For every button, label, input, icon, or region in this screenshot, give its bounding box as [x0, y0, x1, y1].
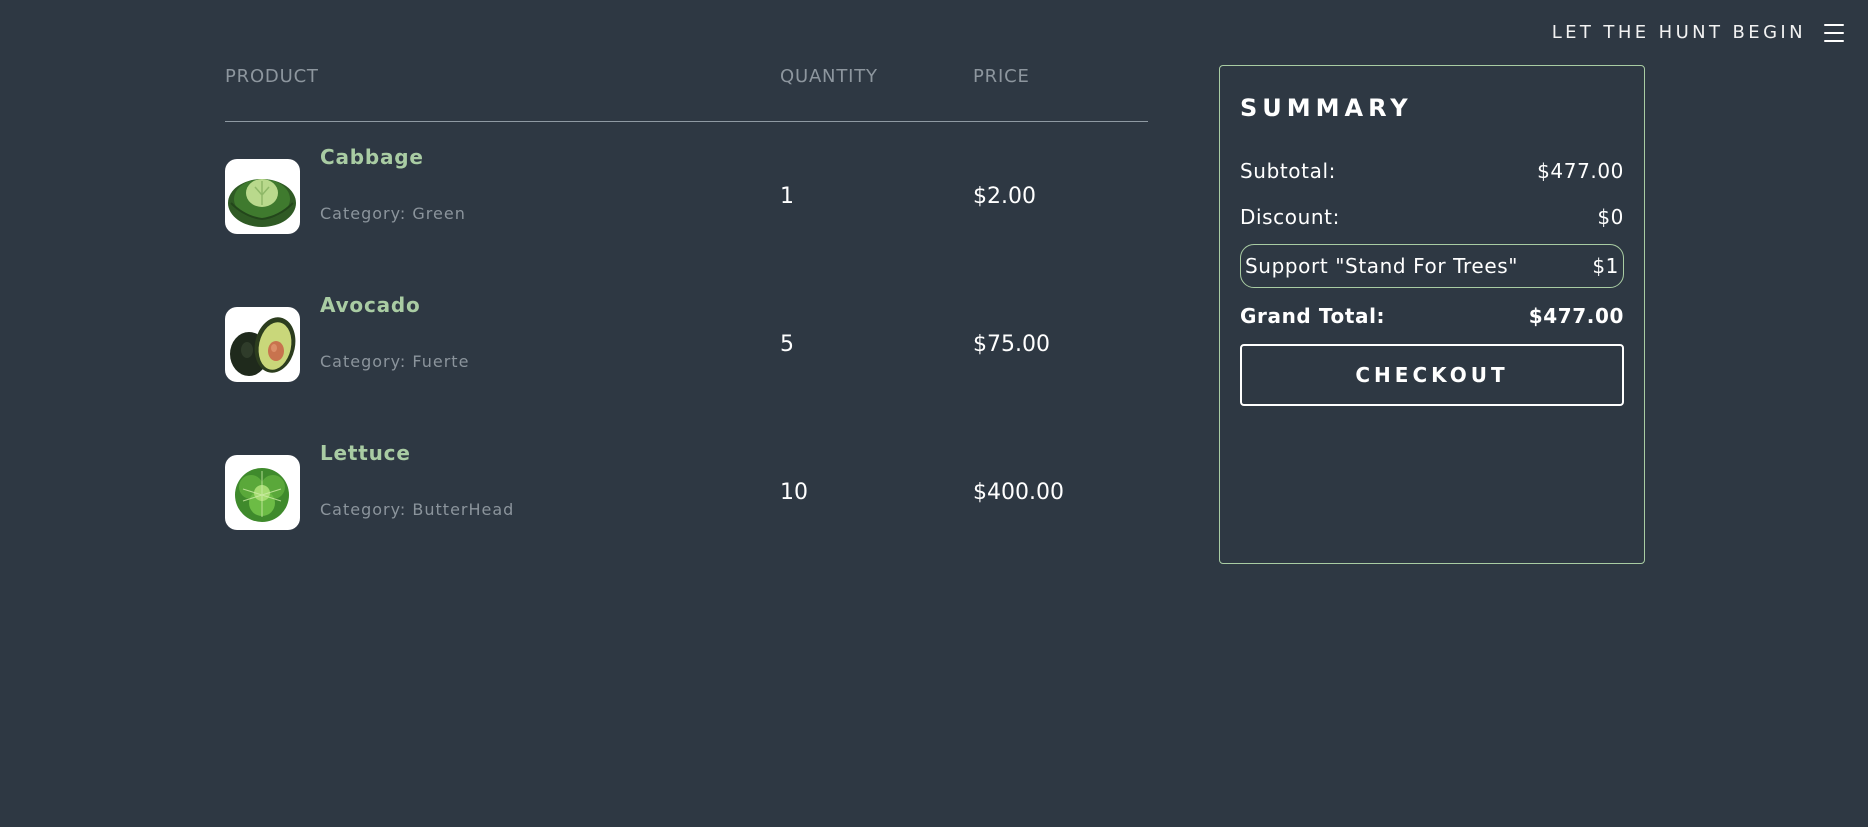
product-category: Category: Green — [320, 203, 466, 223]
product-name[interactable]: Cabbage — [320, 145, 424, 169]
column-header-price: PRICE — [973, 66, 1030, 87]
quantity-value: 5 — [780, 331, 794, 357]
avocado-image — [225, 306, 300, 382]
summary-panel: SUMMARY Subtotal: $477.00 Discount: $0 S… — [1219, 65, 1645, 564]
lettuce-image — [225, 454, 300, 530]
cart-header: PRODUCT QUANTITY PRICE — [225, 66, 1148, 122]
grand-total-row: Grand Total: $477.00 — [1240, 288, 1624, 344]
product-name[interactable]: Lettuce — [320, 441, 411, 465]
product-cell: Avocado Category: Fuerte — [225, 293, 780, 382]
support-donation-toggle[interactable]: Support "Stand For Trees" $1 — [1240, 244, 1624, 288]
discount-value: $0 — [1597, 205, 1624, 229]
column-header-product: PRODUCT — [225, 66, 319, 87]
price-value: $2.00 — [973, 183, 1036, 209]
discount-label: Discount: — [1240, 205, 1340, 229]
quantity-value: 1 — [780, 183, 794, 209]
hamburger-icon[interactable] — [1824, 23, 1844, 42]
support-value: $1 — [1592, 254, 1619, 278]
column-header-quantity: QUANTITY — [780, 66, 878, 87]
cart-row: Cabbage Category: Green 1 $2.00 — [225, 122, 1148, 270]
cart-table: PRODUCT QUANTITY PRICE Cabbage Category:… — [225, 66, 1148, 566]
product-name[interactable]: Avocado — [320, 293, 421, 317]
product-category: Category: Fuerte — [320, 351, 470, 371]
subtotal-value: $477.00 — [1537, 159, 1624, 183]
price-value: $400.00 — [973, 479, 1064, 505]
price-value: $75.00 — [973, 331, 1050, 357]
product-cell: Lettuce Category: ButterHead — [225, 441, 780, 530]
discount-row: Discount: $0 — [1240, 194, 1624, 240]
grand-total-value: $477.00 — [1528, 304, 1624, 328]
grand-total-label: Grand Total: — [1240, 304, 1386, 328]
cart-row: Avocado Category: Fuerte 5 $75.00 — [225, 270, 1148, 418]
subtotal-label: Subtotal: — [1240, 159, 1336, 183]
cart-row: Lettuce Category: ButterHead 10 $400.00 — [225, 418, 1148, 566]
product-cell: Cabbage Category: Green — [225, 145, 780, 234]
summary-title: SUMMARY — [1240, 94, 1413, 122]
cabbage-image — [225, 158, 300, 234]
top-bar: LET THE HUNT BEGIN — [1552, 22, 1844, 43]
support-label: Support "Stand For Trees" — [1245, 254, 1519, 278]
subtotal-row: Subtotal: $477.00 — [1240, 148, 1624, 194]
quantity-value: 10 — [780, 479, 808, 505]
checkout-button[interactable]: CHECKOUT — [1240, 344, 1624, 406]
product-category: Category: ButterHead — [320, 499, 515, 519]
tagline: LET THE HUNT BEGIN — [1551, 22, 1806, 43]
